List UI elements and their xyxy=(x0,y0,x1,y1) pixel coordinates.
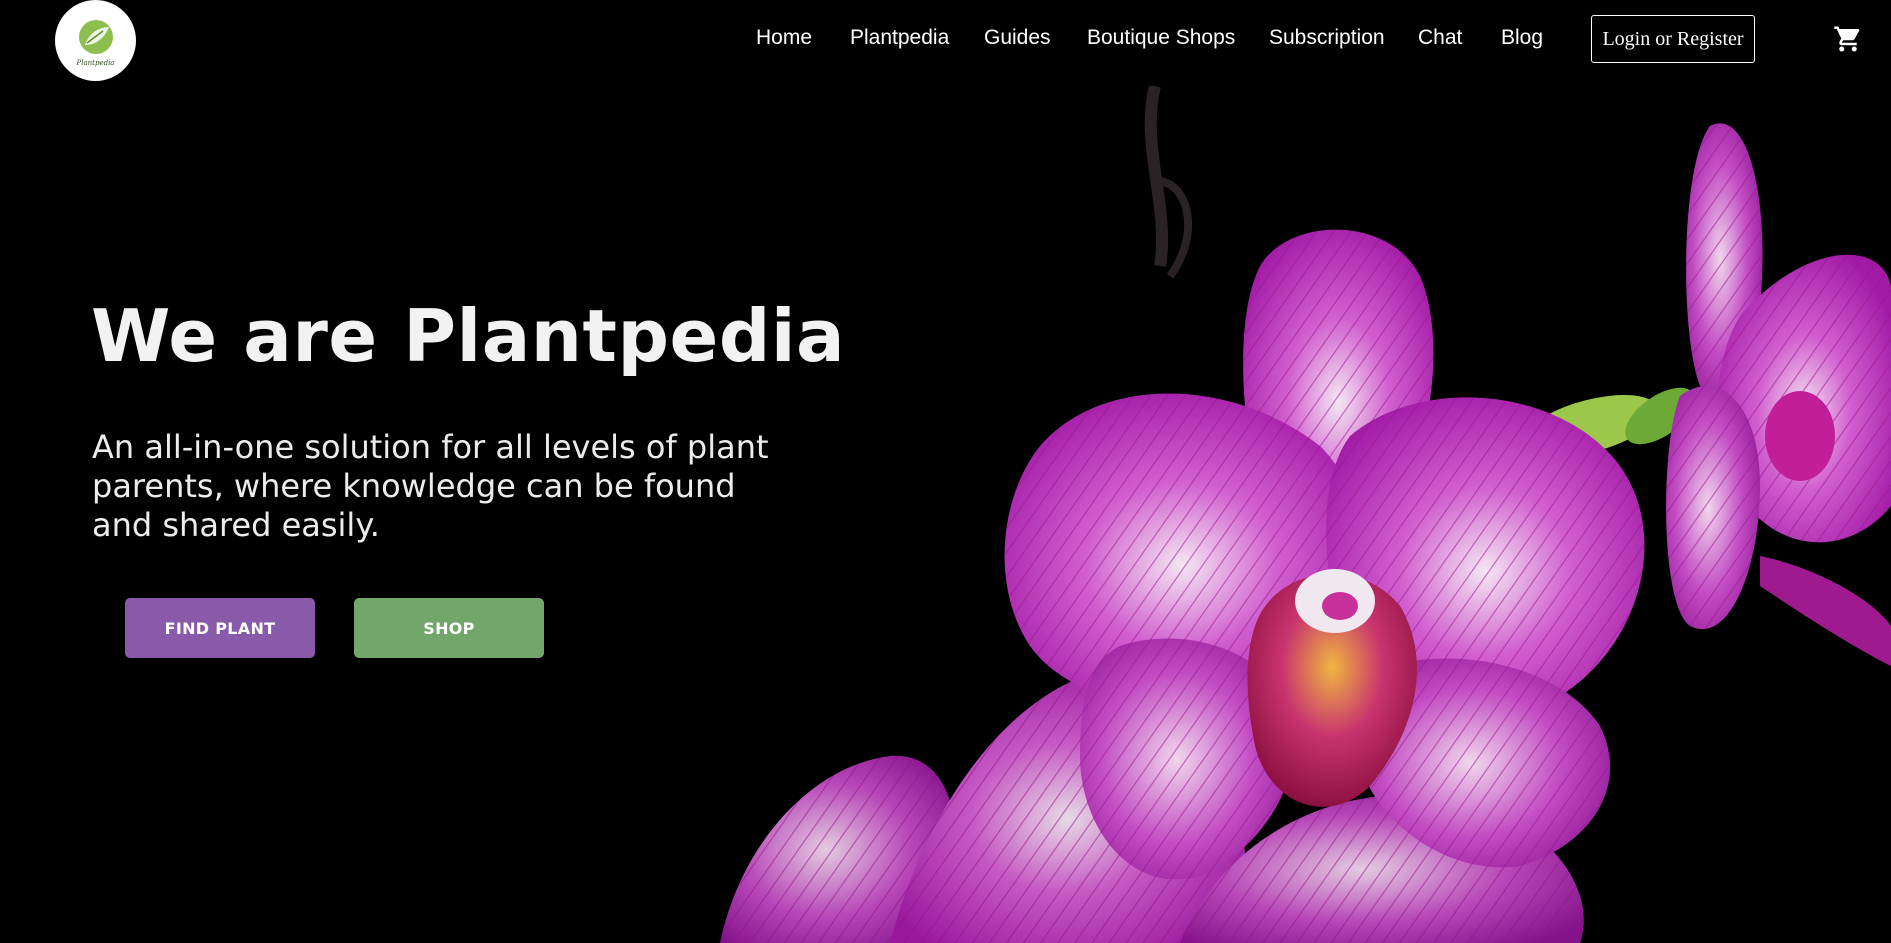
orchid-hero-image xyxy=(720,86,1891,943)
hero-title: We are Plantpedia xyxy=(91,294,846,378)
nav-chat[interactable]: Chat xyxy=(1418,24,1462,52)
shopping-cart-icon[interactable] xyxy=(1833,24,1863,54)
shop-button[interactable]: SHOP xyxy=(354,598,544,658)
nav-boutique-shops[interactable]: Boutique Shops xyxy=(1087,24,1235,52)
top-navigation: Home Plantpedia Guides Boutique Shops Su… xyxy=(0,0,1891,78)
login-register-button[interactable]: Login or Register xyxy=(1591,15,1755,63)
hero-subtitle: An all-in-one solution for all levels of… xyxy=(92,428,769,544)
nav-home[interactable]: Home xyxy=(756,24,812,52)
find-plant-button[interactable]: FIND PLANT xyxy=(125,598,315,658)
nav-blog[interactable]: Blog xyxy=(1501,24,1543,52)
nav-guides[interactable]: Guides xyxy=(984,24,1051,52)
nav-plantpedia[interactable]: Plantpedia xyxy=(850,24,949,52)
landing-page: Plantpedia Home Plantpedia Guides Boutiq… xyxy=(0,0,1891,943)
nav-subscription[interactable]: Subscription xyxy=(1269,24,1385,52)
